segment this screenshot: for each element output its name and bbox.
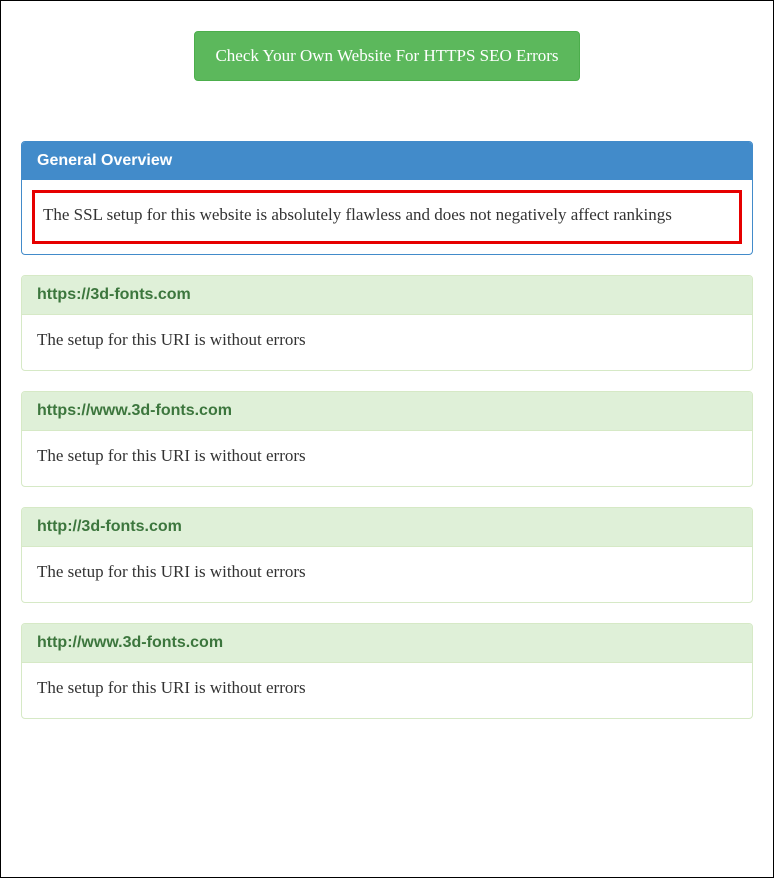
- uri-panel: http://3d-fonts.com The setup for this U…: [21, 507, 753, 603]
- uri-heading: http://www.3d-fonts.com: [22, 624, 752, 663]
- uri-panel: https://www.3d-fonts.com The setup for t…: [21, 391, 753, 487]
- uri-panel: http://www.3d-fonts.com The setup for th…: [21, 623, 753, 719]
- uri-heading: https://3d-fonts.com: [22, 276, 752, 315]
- check-site-button[interactable]: Check Your Own Website For HTTPS SEO Err…: [194, 31, 579, 81]
- uri-status: The setup for this URI is without errors: [22, 663, 752, 718]
- uri-status: The setup for this URI is without errors: [22, 547, 752, 602]
- uri-heading: https://www.3d-fonts.com: [22, 392, 752, 431]
- overview-panel: General Overview The SSL setup for this …: [21, 141, 753, 255]
- uri-heading: http://3d-fonts.com: [22, 508, 752, 547]
- uri-status: The setup for this URI is without errors: [22, 315, 752, 370]
- uri-panel: https://3d-fonts.com The setup for this …: [21, 275, 753, 371]
- uri-status: The setup for this URI is without errors: [22, 431, 752, 486]
- overview-summary: The SSL setup for this website is absolu…: [32, 190, 742, 244]
- overview-heading: General Overview: [22, 142, 752, 180]
